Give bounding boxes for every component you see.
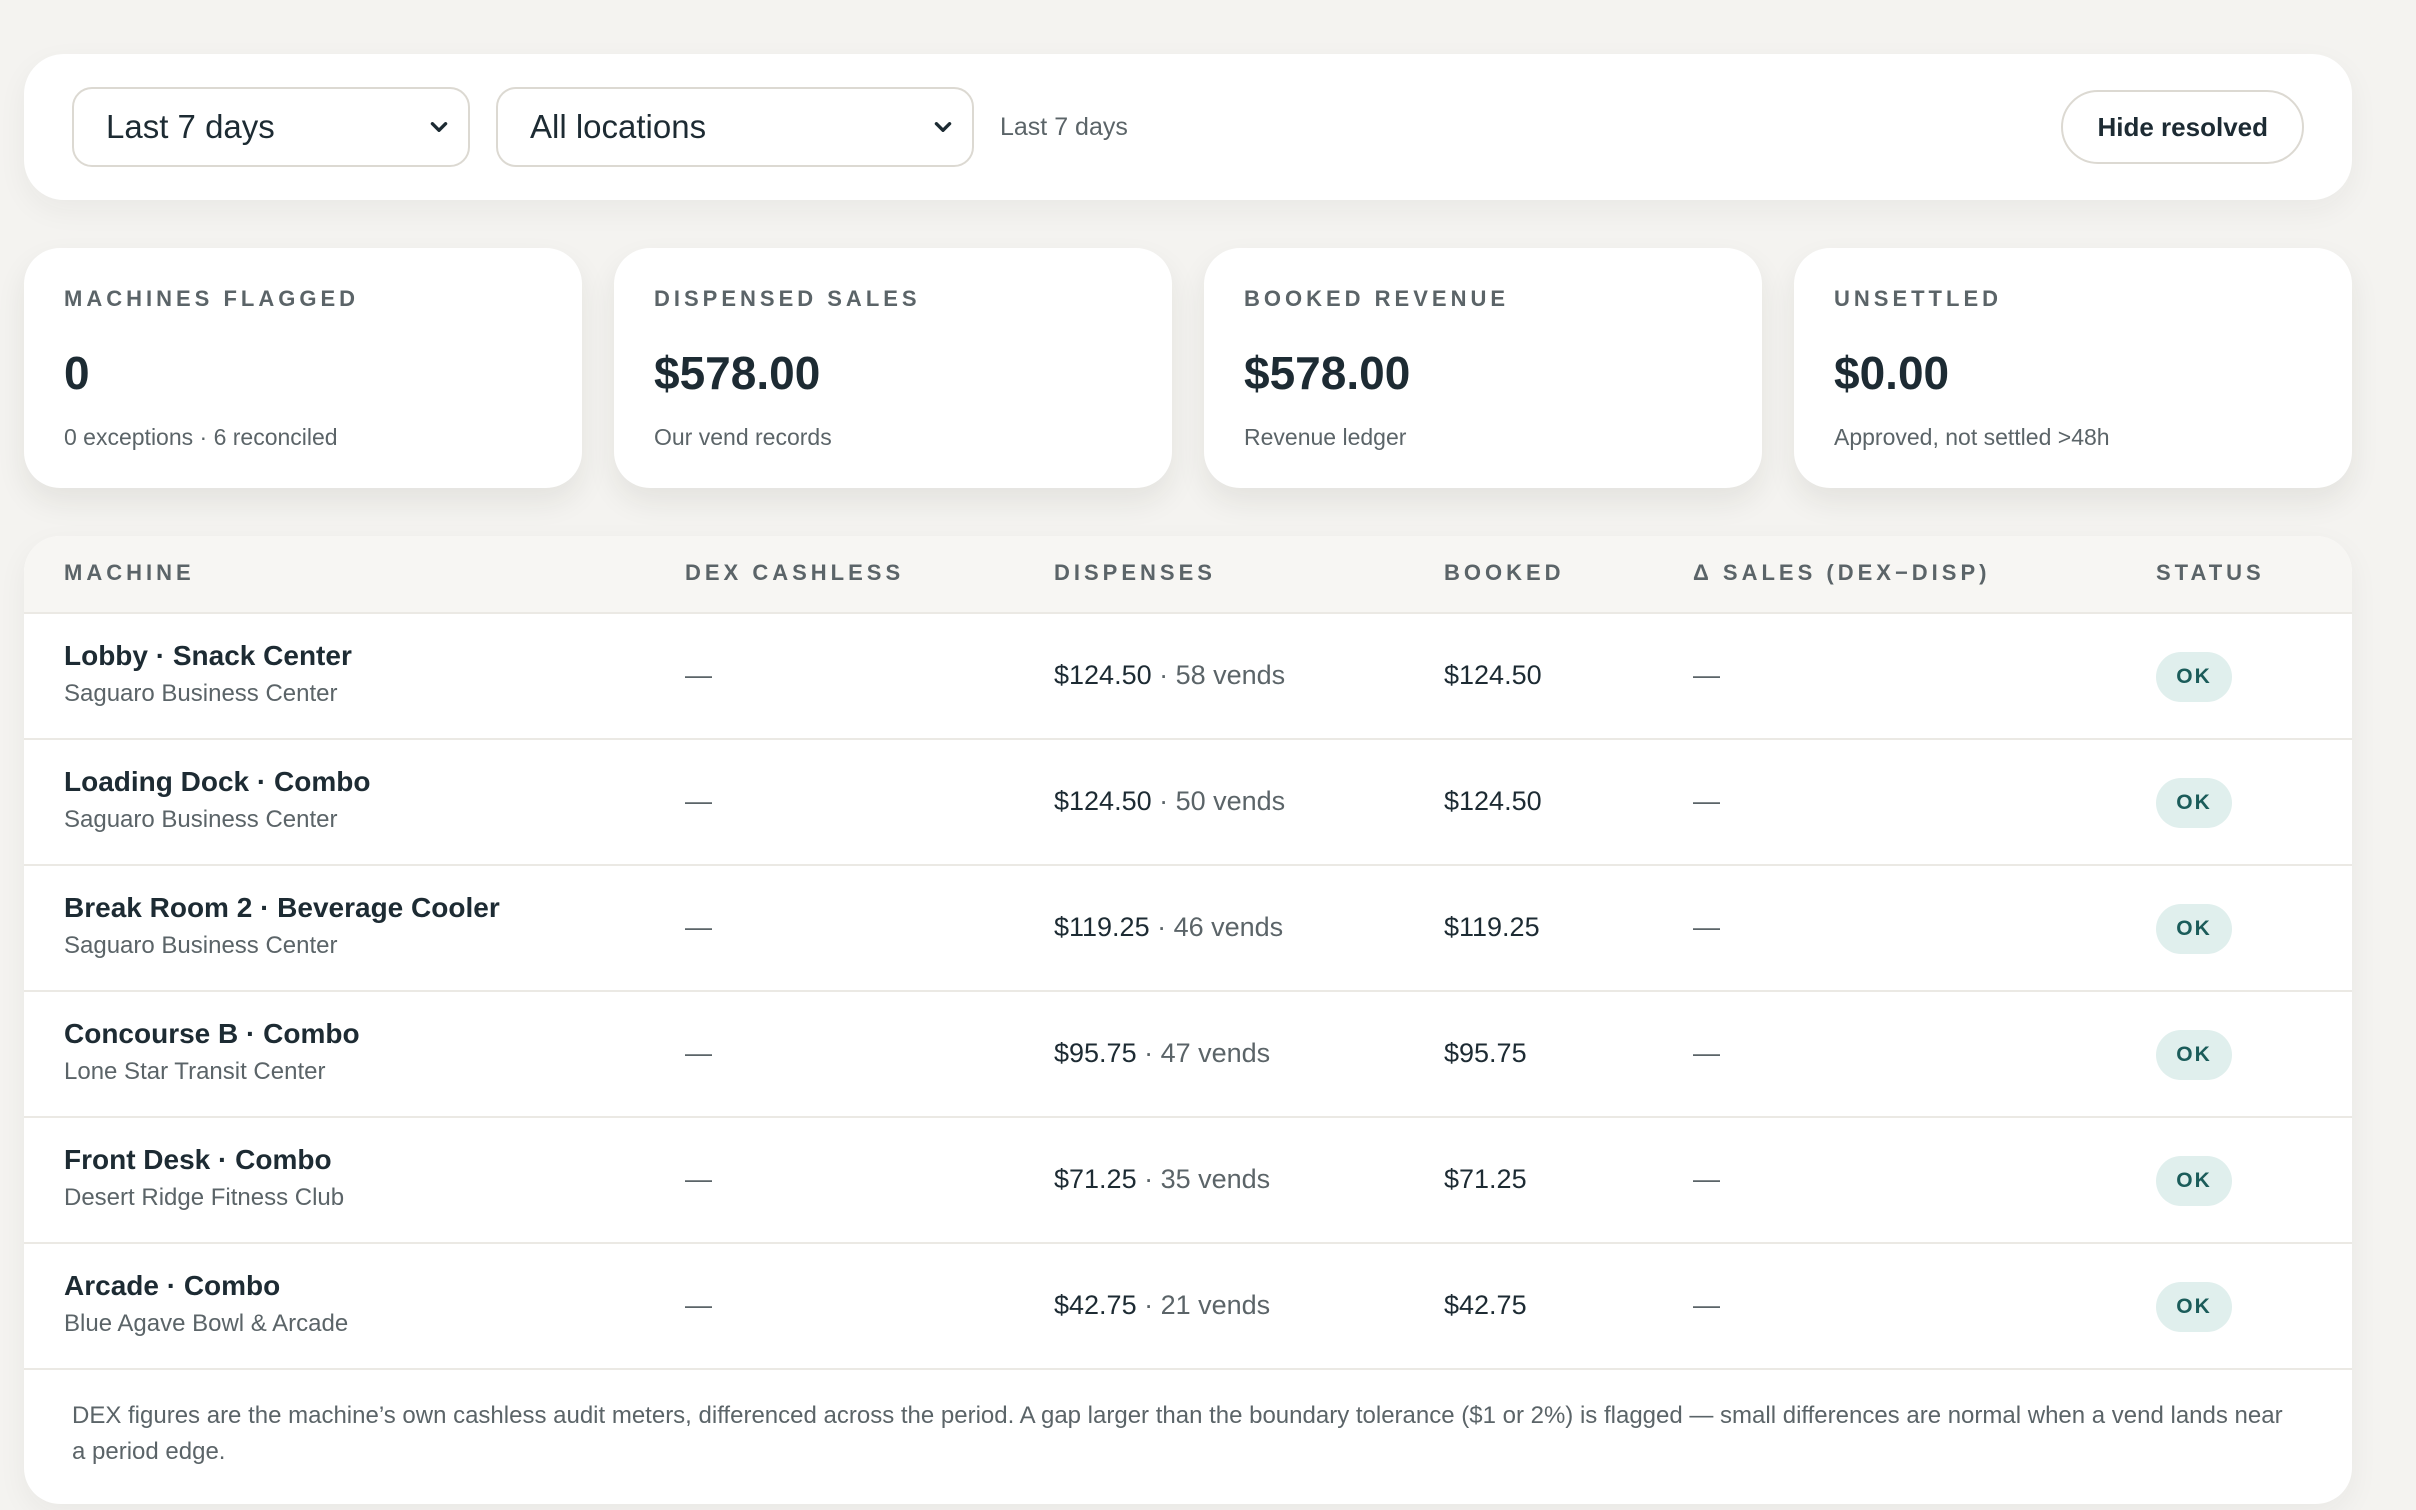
table-footnote: DEX figures are the machine’s own cashle… — [72, 1402, 2283, 1465]
column-header-booked[interactable]: BOOKED — [1444, 560, 1565, 586]
card-booked-revenue: BOOKED REVENUE $578.00 Revenue ledger — [1204, 248, 1762, 488]
dex-cashless-value: — — [685, 786, 712, 816]
card-label: DISPENSED SALES — [654, 286, 921, 311]
dispenses-value: $124.50 · 50 vends — [1054, 786, 1285, 817]
delta-sales-value: — — [1693, 1290, 1720, 1320]
delta-sales-value: — — [1693, 912, 1720, 942]
table-row[interactable]: Loading Dock · Combo Saguaro Business Ce… — [24, 740, 2352, 866]
machine-location: Blue Agave Bowl & Arcade — [64, 1310, 349, 1337]
page: Last 7 days All locations Last 7 days Hi… — [0, 0, 2416, 1510]
column-header-dispenses[interactable]: DISPENSES — [1054, 560, 1216, 586]
machine-location: Lone Star Transit Center — [64, 1058, 326, 1085]
status-badge: OK — [2156, 904, 2232, 954]
dispense-vends: · 35 vends — [1136, 1164, 1271, 1194]
dispenses-value: $95.75 · 47 vends — [1054, 1038, 1270, 1069]
column-header-machine[interactable]: MACHINE — [64, 560, 195, 586]
card-subtext: Approved, not settled >48h — [1834, 424, 2110, 450]
date-range-select-value: Last 7 days — [106, 108, 275, 145]
chevron-down-icon — [934, 122, 952, 132]
card-machines-flagged: MACHINES FLAGGED 0 0 exceptions · 6 reco… — [24, 248, 582, 488]
machine-name[interactable]: Lobby · Snack Center — [64, 640, 352, 672]
booked-value: $119.25 — [1444, 912, 1540, 942]
dispense-amount: $124.50 — [1054, 786, 1152, 816]
filter-toolbar: Last 7 days All locations Last 7 days Hi… — [24, 54, 2352, 200]
dex-cashless-value: — — [685, 660, 712, 690]
kpi-cards: MACHINES FLAGGED 0 0 exceptions · 6 reco… — [24, 248, 2352, 488]
location-select[interactable]: All locations — [496, 87, 974, 167]
dispense-amount: $124.50 — [1054, 660, 1152, 690]
booked-value: $42.75 — [1444, 1290, 1527, 1320]
card-subtext: Revenue ledger — [1244, 424, 1407, 450]
machine-name[interactable]: Concourse B · Combo — [64, 1018, 360, 1050]
table-header: MACHINE DEX CASHLESS DISPENSES BOOKED Δ … — [24, 536, 2352, 614]
dispense-vends: · 47 vends — [1136, 1038, 1271, 1068]
table-row[interactable]: Front Desk · Combo Desert Ridge Fitness … — [24, 1118, 2352, 1244]
card-label: UNSETTLED — [1834, 286, 2002, 311]
delta-sales-value: — — [1693, 660, 1720, 690]
dispenses-value: $119.25 · 46 vends — [1054, 912, 1283, 943]
dispenses-value: $124.50 · 58 vends — [1054, 660, 1285, 691]
status-badge: OK — [2156, 1030, 2232, 1080]
table-row[interactable]: Lobby · Snack Center Saguaro Business Ce… — [24, 614, 2352, 740]
booked-value: $124.50 — [1444, 660, 1542, 690]
column-header-status[interactable]: STATUS — [2156, 560, 2265, 586]
machine-location: Desert Ridge Fitness Club — [64, 1184, 345, 1211]
dispense-amount: $42.75 — [1054, 1290, 1137, 1320]
date-range-select[interactable]: Last 7 days — [72, 87, 470, 167]
machine-location: Saguaro Business Center — [64, 680, 338, 707]
booked-value: $71.25 — [1444, 1164, 1527, 1194]
delta-sales-value: — — [1693, 1038, 1720, 1068]
booked-value: $95.75 — [1444, 1038, 1527, 1068]
table-row[interactable]: Concourse B · Combo Lone Star Transit Ce… — [24, 992, 2352, 1118]
status-badge: OK — [2156, 778, 2232, 828]
status-badge: OK — [2156, 652, 2232, 702]
dex-cashless-value: — — [685, 1038, 712, 1068]
delta-sales-value: — — [1693, 1164, 1720, 1194]
delta-sales-value: — — [1693, 786, 1720, 816]
card-value: $0.00 — [1834, 347, 1950, 399]
column-header-delta-sales[interactable]: Δ SALES (DEX−DISP) — [1693, 560, 1990, 586]
dex-cashless-value: — — [685, 1290, 712, 1320]
card-label: BOOKED REVENUE — [1244, 286, 1510, 311]
card-dispensed-sales: DISPENSED SALES $578.00 Our vend records — [614, 248, 1172, 488]
card-unsettled: UNSETTLED $0.00 Approved, not settled >4… — [1794, 248, 2352, 488]
card-value: $578.00 — [1244, 347, 1411, 399]
machine-location: Saguaro Business Center — [64, 932, 338, 959]
machine-name[interactable]: Loading Dock · Combo — [64, 766, 370, 798]
hide-resolved-button[interactable]: Hide resolved — [2061, 90, 2304, 164]
location-select-value: All locations — [530, 108, 707, 145]
dex-cashless-value: — — [685, 1164, 712, 1194]
column-header-dex-cashless[interactable]: DEX CASHLESS — [685, 560, 904, 586]
status-badge: OK — [2156, 1282, 2232, 1332]
range-label: Last 7 days — [1000, 112, 1128, 141]
machine-location: Saguaro Business Center — [64, 806, 338, 833]
dispense-amount: $71.25 — [1054, 1164, 1137, 1194]
dispense-amount: $119.25 — [1054, 912, 1150, 942]
dispense-vends: · 46 vends — [1149, 912, 1284, 942]
reconciliation-table: MACHINE DEX CASHLESS DISPENSES BOOKED Δ … — [24, 536, 2352, 1504]
dispense-vends: · 21 vends — [1136, 1290, 1271, 1320]
status-badge: OK — [2156, 1156, 2232, 1206]
dispense-vends: · 58 vends — [1151, 660, 1286, 690]
booked-value: $124.50 — [1444, 786, 1542, 816]
dex-cashless-value: — — [685, 912, 712, 942]
table-row[interactable]: Break Room 2 · Beverage Cooler Saguaro B… — [24, 866, 2352, 992]
card-subtext: 0 exceptions · 6 reconciled — [64, 424, 338, 450]
chevron-down-icon — [430, 122, 448, 132]
dispenses-value: $71.25 · 35 vends — [1054, 1164, 1270, 1195]
card-value: $578.00 — [654, 347, 821, 399]
card-label: MACHINES FLAGGED — [64, 286, 359, 311]
dispenses-value: $42.75 · 21 vends — [1054, 1290, 1270, 1321]
machine-name[interactable]: Break Room 2 · Beverage Cooler — [64, 892, 500, 924]
table-row[interactable]: Arcade · Combo Blue Agave Bowl & Arcade … — [24, 1244, 2352, 1370]
machine-name[interactable]: Arcade · Combo — [64, 1270, 280, 1302]
card-value: 0 — [64, 347, 90, 399]
dispense-amount: $95.75 — [1054, 1038, 1137, 1068]
machine-name[interactable]: Front Desk · Combo — [64, 1144, 332, 1176]
dispense-vends: · 50 vends — [1151, 786, 1286, 816]
card-subtext: Our vend records — [654, 424, 832, 450]
